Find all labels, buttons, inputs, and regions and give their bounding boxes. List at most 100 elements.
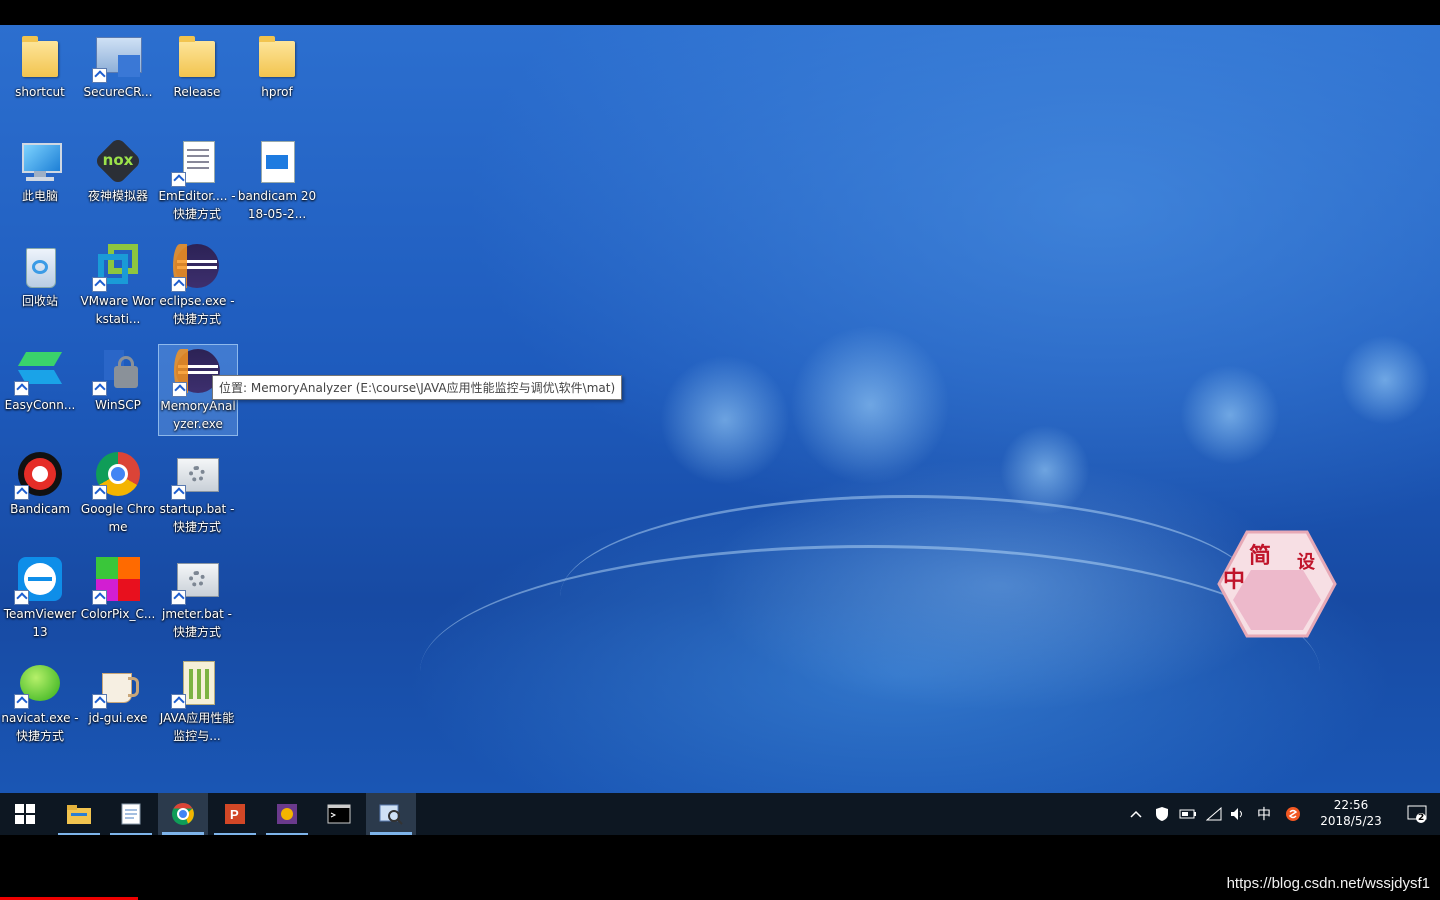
icon-label: jd-gui.exe bbox=[88, 711, 148, 725]
eclipse-icon bbox=[171, 242, 221, 292]
desktop-icon-jd-gui[interactable]: jd-gui.exe bbox=[78, 653, 158, 727]
tray-action-center[interactable]: 2 bbox=[1402, 793, 1432, 835]
tray-defender[interactable] bbox=[1152, 793, 1172, 835]
icon-label: VMware Workstati... bbox=[80, 294, 156, 326]
desktop-icon-java-course[interactable]: JAVA应用性能监控与... bbox=[157, 653, 237, 745]
shield-icon bbox=[1156, 807, 1168, 821]
bokeh-light bbox=[1180, 365, 1280, 465]
icon-label: shortcut bbox=[15, 85, 65, 99]
icon-label: navicat.exe - 快捷方式 bbox=[1, 711, 79, 743]
clock-time: 22:56 bbox=[1333, 798, 1369, 812]
bandicam-icon bbox=[14, 450, 64, 500]
tray-battery[interactable] bbox=[1178, 793, 1198, 835]
logo-char: 简 bbox=[1249, 544, 1272, 569]
icon-label: eclipse.exe - 快捷方式 bbox=[159, 294, 235, 326]
desktop-icon-jmeter-bat[interactable]: jmeter.bat - 快捷方式 bbox=[157, 549, 237, 641]
emeditor-icon bbox=[171, 137, 221, 187]
icon-label: Google Chrome bbox=[80, 502, 156, 534]
document-icon bbox=[171, 659, 221, 709]
icon-tooltip: 位置: MemoryAnalyzer (E:\course\JAVA应用性能监控… bbox=[212, 375, 623, 400]
jd-gui-icon bbox=[92, 659, 142, 709]
bokeh-light bbox=[660, 355, 790, 485]
taskbar-terminal[interactable] bbox=[314, 793, 364, 835]
taskbar-memory-analyzer[interactable] bbox=[366, 793, 416, 835]
desktop[interactable]: shortcut SecureCR... Release hprof 此电脑 n… bbox=[0, 25, 1440, 793]
desktop-icon-nox[interactable]: nox 夜神模拟器 bbox=[78, 131, 158, 205]
icon-label: ColorPix_C... bbox=[80, 607, 156, 621]
icon-label: Release bbox=[173, 85, 221, 99]
logo-char: 中 bbox=[1223, 568, 1246, 593]
desktop-icon-this-pc[interactable]: 此电脑 bbox=[0, 131, 80, 205]
tray-volume[interactable] bbox=[1228, 793, 1248, 835]
sogou-icon bbox=[1286, 807, 1300, 821]
desktop-icon-release[interactable]: Release bbox=[157, 27, 237, 101]
desktop-icon-teamviewer[interactable]: TeamViewer 13 bbox=[0, 549, 80, 641]
desktop-icon-bandicam[interactable]: Bandicam bbox=[0, 444, 80, 518]
icon-label: Bandicam bbox=[10, 502, 70, 516]
icon-label: SecureCR... bbox=[83, 85, 153, 99]
folder-icon bbox=[16, 33, 64, 81]
file-explorer-icon bbox=[67, 805, 91, 824]
icon-label: TeamViewer 13 bbox=[3, 607, 77, 639]
securecrt-icon bbox=[92, 33, 142, 83]
tray-network[interactable] bbox=[1204, 793, 1224, 835]
terminal-icon bbox=[327, 804, 351, 824]
desktop-icon-hprof[interactable]: hprof bbox=[237, 27, 317, 101]
memory-analyzer-icon bbox=[379, 804, 403, 825]
desktop-icon-bandicam-video[interactable]: bandicam 2018-05-2... bbox=[237, 131, 317, 223]
video-file-icon bbox=[253, 137, 301, 185]
nox-icon: nox bbox=[93, 136, 143, 186]
recycle-bin-icon bbox=[16, 242, 64, 290]
chevron-up-icon bbox=[1130, 810, 1142, 818]
icon-label: EmEditor.... - 快捷方式 bbox=[158, 189, 236, 221]
screen-frame: shortcut SecureCR... Release hprof 此电脑 n… bbox=[0, 25, 1440, 835]
icon-label: EasyConn... bbox=[4, 398, 76, 412]
taskbar-app[interactable] bbox=[262, 793, 312, 835]
chrome-icon bbox=[172, 803, 194, 825]
start-button[interactable] bbox=[0, 793, 50, 835]
desktop-icon-chrome[interactable]: Google Chrome bbox=[78, 444, 158, 536]
folder-icon bbox=[253, 33, 301, 81]
winscp-icon bbox=[92, 346, 142, 396]
tray-clock[interactable]: 22:56 2018/5/23 bbox=[1316, 797, 1386, 829]
desktop-icon-securecrt[interactable]: SecureCR... bbox=[78, 27, 158, 101]
tray-overflow-button[interactable] bbox=[1126, 793, 1146, 835]
clock-date: 2018/5/23 bbox=[1320, 814, 1382, 828]
icon-label: startup.bat - 快捷方式 bbox=[159, 502, 235, 534]
taskbar-chrome[interactable] bbox=[158, 793, 208, 835]
speaker-icon bbox=[1231, 808, 1242, 820]
desktop-icon-colorpix[interactable]: ColorPix_C... bbox=[78, 549, 158, 623]
notification-count: 2 bbox=[1418, 813, 1425, 823]
folder-icon bbox=[173, 33, 221, 81]
watermark: https://blog.csdn.net/wssjdysf1 bbox=[1226, 875, 1430, 892]
desktop-icon-emeditor[interactable]: EmEditor.... - 快捷方式 bbox=[157, 131, 237, 223]
taskbar-powerpoint[interactable]: P bbox=[210, 793, 260, 835]
water-wave bbox=[420, 545, 1320, 798]
desktop-icon-easyconnect[interactable]: EasyConn... bbox=[0, 340, 80, 414]
vmware-icon bbox=[92, 242, 142, 292]
desktop-icon-navicat[interactable]: navicat.exe - 快捷方式 bbox=[0, 653, 80, 745]
desktop-icon-shortcut[interactable]: shortcut bbox=[0, 27, 80, 101]
powerpoint-icon: P bbox=[225, 804, 245, 824]
notepad-icon bbox=[121, 803, 141, 825]
taskbar-notepad[interactable] bbox=[106, 793, 156, 835]
icon-label: MemoryAnalyzer.exe bbox=[160, 399, 236, 431]
desktop-icon-startup-bat[interactable]: startup.bat - 快捷方式 bbox=[157, 444, 237, 536]
icon-label: 此电脑 bbox=[21, 189, 58, 203]
icon-label: hprof bbox=[261, 85, 293, 99]
batch-file-icon bbox=[171, 450, 221, 500]
desktop-icon-winscp[interactable]: WinSCP bbox=[78, 340, 158, 414]
desktop-icon-eclipse[interactable]: eclipse.exe - 快捷方式 bbox=[157, 236, 237, 328]
chrome-icon bbox=[92, 450, 142, 500]
tray-sogou[interactable] bbox=[1282, 793, 1304, 835]
desktop-icon-vmware[interactable]: VMware Workstati... bbox=[78, 236, 158, 328]
taskbar-file-explorer[interactable] bbox=[54, 793, 104, 835]
tray-ime[interactable]: 中 bbox=[1254, 793, 1274, 835]
icon-label: bandicam 2018-05-2... bbox=[237, 189, 317, 221]
app-icon bbox=[277, 804, 297, 824]
batch-file-icon bbox=[171, 555, 221, 605]
desktop-icon-recycle-bin[interactable]: 回收站 bbox=[0, 236, 80, 310]
icon-label: 回收站 bbox=[21, 294, 58, 308]
battery-icon bbox=[1179, 809, 1196, 819]
logo-char: 设 bbox=[1297, 552, 1315, 573]
